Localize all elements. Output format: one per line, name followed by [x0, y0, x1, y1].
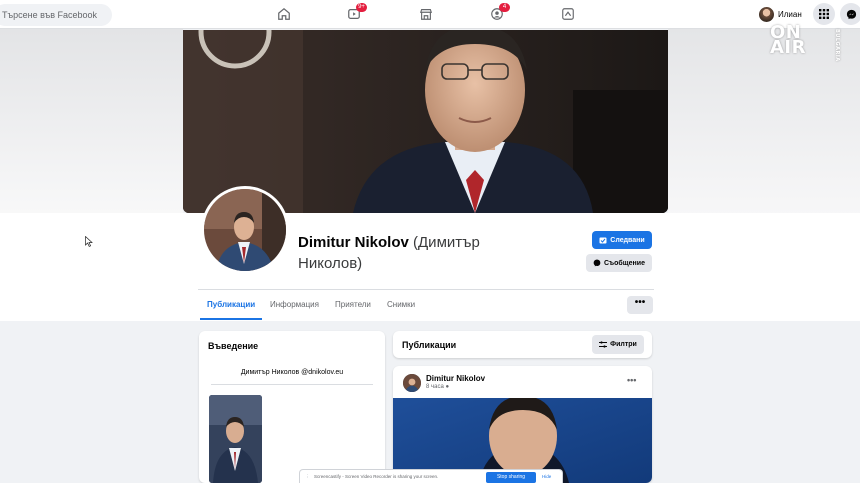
intro-username[interactable]: Димитър Николов @dnikolov.eu — [199, 369, 385, 376]
profile-name: Dimitur Nikolov (Димитър Николов) — [298, 232, 528, 274]
grid-icon — [819, 9, 829, 19]
profile-name-cyrillic-2: Николов) — [298, 255, 363, 272]
watch-icon[interactable]: 9+ — [343, 3, 367, 23]
messenger-icon — [846, 9, 856, 19]
intro-card: Въведение Димитър Николов @dnikolov.eu — [199, 331, 385, 483]
marketplace-icon[interactable] — [415, 5, 437, 23]
profile-name-latin: Dimitur Nikolov — [298, 234, 409, 251]
profile-picture[interactable] — [201, 186, 289, 274]
search-input[interactable]: Търсене във Facebook — [0, 4, 112, 26]
message-button[interactable]: Съобщение — [586, 254, 652, 272]
message-label: Съобщение — [604, 259, 645, 267]
following-label: Следвани — [610, 236, 645, 244]
posts-header-card: Публикации Филтри — [393, 331, 652, 358]
tab-about[interactable]: Информация — [270, 300, 319, 309]
post-options-button[interactable]: ••• — [627, 375, 636, 385]
more-options-button[interactable]: ••• — [627, 296, 653, 314]
intro-divider — [211, 384, 373, 385]
drag-handle-icon[interactable]: ⋮ — [305, 474, 310, 480]
post-author-name[interactable]: Dimitur Nikolov — [426, 374, 485, 383]
gaming-icon[interactable] — [557, 5, 579, 23]
home-icon[interactable] — [273, 5, 295, 23]
menu-grid-button[interactable] — [813, 3, 835, 25]
cover-photo[interactable] — [183, 30, 668, 213]
post-time[interactable]: 8 часа — [426, 384, 444, 390]
filters-button[interactable]: Филтри — [592, 335, 644, 354]
screen-share-text: Screencastify - Screen Video Recorder is… — [314, 474, 439, 479]
messenger-icon — [593, 259, 601, 267]
profile-shortcut[interactable]: Илиан — [759, 5, 802, 23]
following-icon — [599, 237, 607, 244]
top-navigation-bar: Търсене във Facebook 9+ 4 Илиан — [0, 0, 860, 29]
groups-badge: 4 — [499, 3, 510, 12]
groups-icon[interactable]: 4 — [486, 3, 510, 23]
profile-name-cyrillic-1: (Димитър — [413, 234, 480, 251]
mouse-cursor-icon — [85, 236, 93, 247]
intro-featured-photo[interactable] — [209, 395, 262, 483]
post-meta: 8 часа ● — [426, 384, 449, 390]
tab-photos[interactable]: Снимки — [387, 300, 415, 309]
post-card: Dimitur Nikolov 8 часа ● ••• — [393, 366, 652, 483]
header-divider — [198, 289, 654, 290]
watermark-side-text: BULGARIA — [834, 29, 840, 62]
screen-share-notification: ⋮ Screencastify - Screen Video Recorder … — [299, 469, 563, 483]
tab-posts[interactable]: Публикации — [207, 300, 255, 309]
following-button[interactable]: Следвани — [592, 231, 652, 249]
filters-label: Филтри — [610, 341, 637, 348]
tab-friends[interactable]: Приятели — [335, 300, 371, 309]
messenger-button[interactable] — [840, 3, 860, 25]
post-author-avatar[interactable] — [403, 374, 421, 392]
avatar — [759, 6, 774, 22]
audience-globe-icon: ● — [445, 384, 450, 390]
watermark-line-2: AIR — [770, 37, 806, 58]
posts-title: Публикации — [402, 340, 457, 350]
user-name: Илиан — [778, 9, 802, 19]
hide-button[interactable]: Hide — [542, 474, 551, 479]
watch-badge: 9+ — [356, 3, 367, 12]
channel-watermark-logo: ON AIR BULGARIA — [770, 24, 840, 62]
filter-icon — [599, 341, 608, 348]
active-tab-indicator — [200, 318, 262, 320]
stop-sharing-button[interactable]: Stop sharing — [486, 472, 536, 483]
intro-title: Въведение — [208, 341, 259, 351]
